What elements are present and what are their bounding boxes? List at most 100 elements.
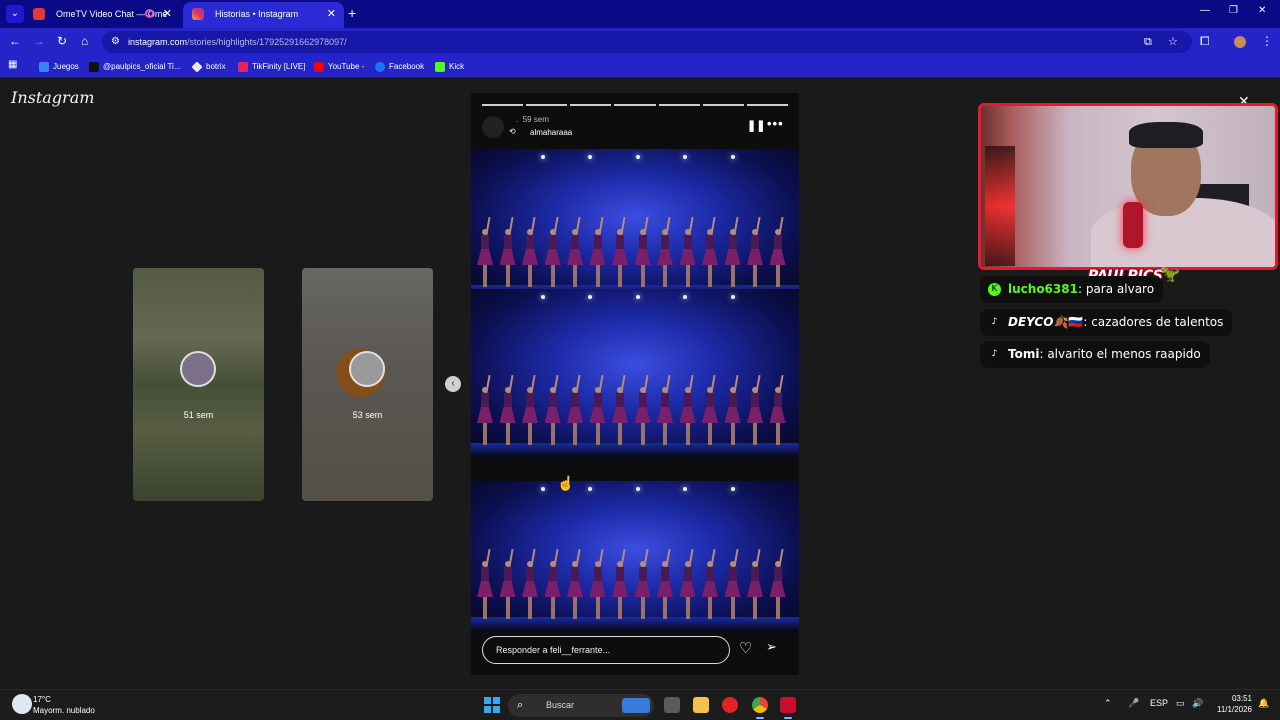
windows-taskbar: 17°C Mayorm. nublado ⌕ Buscar ⌃ 🎤 ESP ▭ … xyxy=(0,689,1280,720)
weather-temp: 17°C xyxy=(33,695,51,704)
bookmark-tiktok[interactable]: @paulpics_oficial Ti... xyxy=(89,60,181,74)
home-icon[interactable]: ⌂ xyxy=(81,34,88,48)
dancer-figure xyxy=(477,548,493,619)
previous-story-chevron-icon[interactable]: ‹ xyxy=(445,376,461,392)
bookmark-youtube[interactable]: YouTube - xyxy=(314,60,364,74)
dancer-figure xyxy=(724,374,741,445)
microphone-icon[interactable]: 🎤 xyxy=(1128,698,1139,709)
bookmark-juegos[interactable]: Juegos xyxy=(39,60,79,74)
tab-instagram[interactable]: Historias • Instagram ✕ xyxy=(183,2,344,28)
chat-message: ♪ Tomi: alvarito el menos raapido xyxy=(980,341,1210,368)
dancer-figure xyxy=(589,548,606,619)
dancer-figure xyxy=(747,374,763,445)
close-window-icon[interactable]: ✕ xyxy=(1258,5,1266,16)
dancer-figure xyxy=(477,374,493,445)
dancer-figure xyxy=(522,548,538,619)
story-thumbnail-previous-2[interactable]: 51 sem xyxy=(133,268,264,501)
volume-icon[interactable]: 🔊 xyxy=(1192,698,1203,709)
new-tab-button[interactable]: + xyxy=(348,5,356,21)
avatar xyxy=(349,351,385,387)
kick-icon: K xyxy=(988,283,1001,296)
stage-light xyxy=(731,295,735,299)
stage-light xyxy=(588,155,592,159)
weather-cloud-icon[interactable] xyxy=(12,694,32,714)
story-header: . 59 sem ⟲ almaharaaa ❚❚ ••• xyxy=(482,115,788,141)
dancer-figure xyxy=(499,374,516,445)
reply-input[interactable]: Responder a feli__ferrante... xyxy=(482,636,730,664)
reload-icon[interactable]: ↻ xyxy=(57,34,67,48)
more-options-icon[interactable]: ••• xyxy=(767,116,784,131)
like-heart-icon[interactable]: ♡ xyxy=(739,639,752,657)
cast-icon[interactable]: ⧉ xyxy=(1144,31,1152,53)
story-age: 53 sem xyxy=(352,410,383,420)
bookmarks-bar: ▦ Juegos @paulpics_oficial Ti... botrix … xyxy=(0,56,1280,78)
media-player-icon[interactable] xyxy=(722,697,738,713)
dancer-figure xyxy=(634,216,651,287)
dancer-figure xyxy=(769,374,786,445)
tray-overflow-chevron-icon[interactable]: ⌃ xyxy=(1104,698,1112,709)
tikfinity-icon xyxy=(238,62,248,72)
extensions-icon[interactable]: ⧠ xyxy=(1200,34,1210,49)
tab-search-button[interactable]: ⌄ xyxy=(6,5,24,23)
story-viewer[interactable]: . 59 sem ⟲ almaharaaa ❚❚ ••• Responder a… xyxy=(471,93,799,675)
weather-widget[interactable]: 17°C Mayorm. nublado xyxy=(33,694,95,716)
bookmark-facebook[interactable]: Facebook xyxy=(375,60,424,74)
forward-icon[interactable]: → xyxy=(33,34,45,48)
site-info-icon[interactable]: ⚙ xyxy=(111,31,120,53)
stage-light xyxy=(636,155,640,159)
minimize-icon[interactable]: — xyxy=(1200,5,1210,16)
dancer-figure xyxy=(522,216,538,287)
chrome-icon[interactable] xyxy=(752,697,768,719)
chat-message: ♪ DEYCO🍂🇷🇺: cazadores de talentos xyxy=(980,309,1233,336)
dancer-figure xyxy=(747,216,763,287)
dancer-figure xyxy=(589,374,606,445)
maximize-icon[interactable]: ❐ xyxy=(1229,5,1238,16)
microphone xyxy=(1123,202,1143,248)
send-icon[interactable]: ➢ xyxy=(766,639,777,655)
taskbar-clock[interactable]: 03:51 11/1/2026 xyxy=(1212,693,1252,715)
stage-light xyxy=(636,295,640,299)
profile-avatar[interactable] xyxy=(1234,36,1246,48)
instagram-logo[interactable]: Instagram xyxy=(11,88,94,107)
dancer-figure xyxy=(477,216,493,287)
start-button[interactable] xyxy=(484,697,500,713)
notifications-icon[interactable]: 🔔 xyxy=(1258,698,1269,709)
dancer-figure xyxy=(679,374,696,445)
tab-strip: ⌄ OmeTV Video Chat — Ome ✕ Historias • I… xyxy=(0,0,1280,28)
file-explorer-icon[interactable] xyxy=(693,697,709,713)
bookmark-kick[interactable]: Kick xyxy=(435,60,464,74)
stage-light xyxy=(588,487,592,491)
repost-icon: ⟲ xyxy=(509,127,516,136)
address-bar[interactable]: ⚙ instagram.com/stories/highlights/17925… xyxy=(102,31,1192,53)
bookmark-tikfinity[interactable]: TikFinity [LIVE] xyxy=(238,60,306,74)
tab-title: Historias • Instagram xyxy=(215,9,299,19)
story-thumbnail-previous-1[interactable]: 53 sem xyxy=(302,268,433,501)
stage-light xyxy=(731,155,735,159)
stage-light xyxy=(683,487,687,491)
recording-icon xyxy=(145,9,154,18)
bookmark-star-icon[interactable]: ☆ xyxy=(1168,31,1178,53)
taskbar-search[interactable]: ⌕ Buscar xyxy=(508,694,654,717)
dancer-figure xyxy=(679,548,696,619)
bookmark-botrix[interactable]: botrix xyxy=(191,60,226,74)
network-icon[interactable]: ▭ xyxy=(1176,698,1185,709)
close-tab-icon[interactable]: ✕ xyxy=(327,2,336,26)
stage-light xyxy=(588,295,592,299)
story-username[interactable]: almaharaaa xyxy=(530,128,572,137)
chat-username: lucho6381 xyxy=(1008,282,1078,296)
story-photo-panel xyxy=(471,289,799,457)
close-tab-icon[interactable]: ✕ xyxy=(163,2,172,26)
story-time: . 59 sem xyxy=(516,115,549,124)
apps-grid-icon[interactable]: ▦ xyxy=(8,59,17,70)
tab-ometv[interactable]: OmeTV Video Chat — Ome ✕ xyxy=(24,2,180,28)
dancer-figure xyxy=(724,216,741,287)
back-icon[interactable]: ← xyxy=(9,34,21,48)
dino-mascot-icon: 🦖 xyxy=(1160,266,1180,283)
voicemeeter-icon[interactable] xyxy=(780,697,796,719)
task-view-icon[interactable] xyxy=(664,697,680,713)
menu-kebab-icon[interactable]: ⋮ xyxy=(1261,34,1273,48)
toolbar: ← → ↻ ⌂ ⚙ instagram.com/stories/highligh… xyxy=(0,28,1280,56)
avatar[interactable] xyxy=(482,116,504,138)
pause-icon[interactable]: ❚❚ xyxy=(747,119,765,132)
language-indicator[interactable]: ESP xyxy=(1150,698,1168,708)
